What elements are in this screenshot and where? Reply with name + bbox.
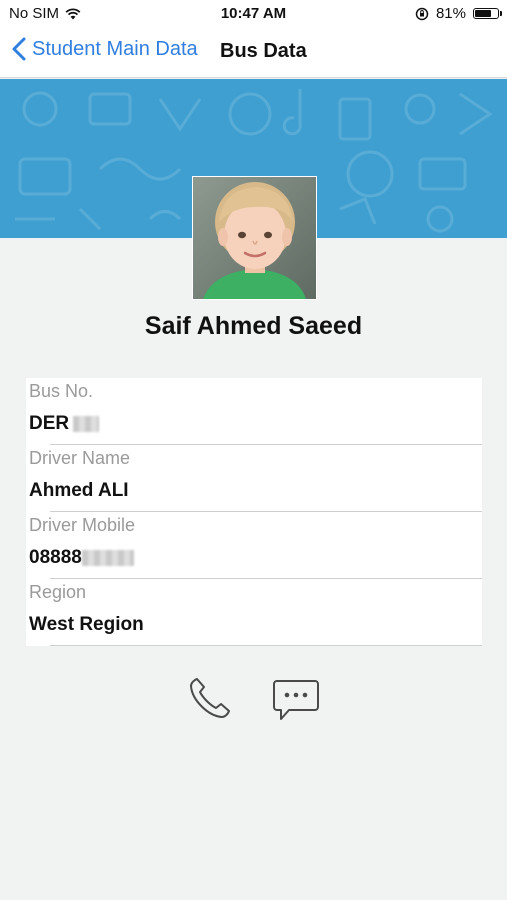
driver-name-value: Ahmed ALI bbox=[29, 480, 129, 501]
status-right: 81% bbox=[415, 5, 502, 22]
bus-number-row: Bus No. DER bbox=[26, 378, 482, 445]
driver-mobile-label: Driver Mobile bbox=[29, 515, 136, 535]
region-value: West Region bbox=[29, 614, 144, 635]
row-divider bbox=[50, 645, 482, 646]
bus-info-card: Bus No. DER Driver Name Ahmed ALI Driver… bbox=[26, 378, 482, 646]
driver-name-row: Driver Name Ahmed ALI bbox=[26, 445, 482, 512]
rotation-lock-icon bbox=[415, 7, 429, 20]
status-bar: No SIM 10:47 AM 81% bbox=[0, 0, 507, 28]
back-button-label: Student Main Data bbox=[32, 37, 198, 60]
message-driver-button[interactable] bbox=[271, 678, 321, 722]
redacted-bus-number bbox=[73, 416, 100, 432]
battery-fill bbox=[475, 10, 492, 17]
bus-number-text: DER bbox=[29, 413, 70, 434]
page-title: Bus Data bbox=[220, 40, 307, 62]
driver-mobile-row: Driver Mobile 08888 bbox=[26, 512, 482, 579]
redacted-mobile-number bbox=[81, 550, 134, 566]
student-name: Saif Ahmed Saeed bbox=[144, 312, 363, 340]
back-button[interactable]: Student Main Data bbox=[12, 37, 198, 61]
driver-name-label: Driver Name bbox=[29, 448, 131, 468]
region-label: Region bbox=[29, 582, 87, 602]
driver-mobile-value: 08888 bbox=[29, 547, 134, 569]
region-row: Region West Region bbox=[26, 579, 482, 646]
bus-number-value: DER bbox=[29, 413, 100, 435]
student-avatar bbox=[192, 176, 317, 300]
message-bubble-icon bbox=[273, 680, 319, 720]
driver-mobile-text: 08888 bbox=[29, 547, 82, 568]
battery-percent: 81% bbox=[435, 5, 466, 22]
chevron-left-icon bbox=[12, 37, 26, 61]
bus-number-label: Bus No. bbox=[29, 381, 94, 401]
battery-icon bbox=[473, 8, 502, 19]
call-driver-button[interactable] bbox=[186, 674, 234, 722]
contact-actions bbox=[0, 674, 507, 722]
phone-icon bbox=[190, 678, 230, 718]
navigation-bar: Student Main Data Bus Data bbox=[0, 28, 507, 78]
